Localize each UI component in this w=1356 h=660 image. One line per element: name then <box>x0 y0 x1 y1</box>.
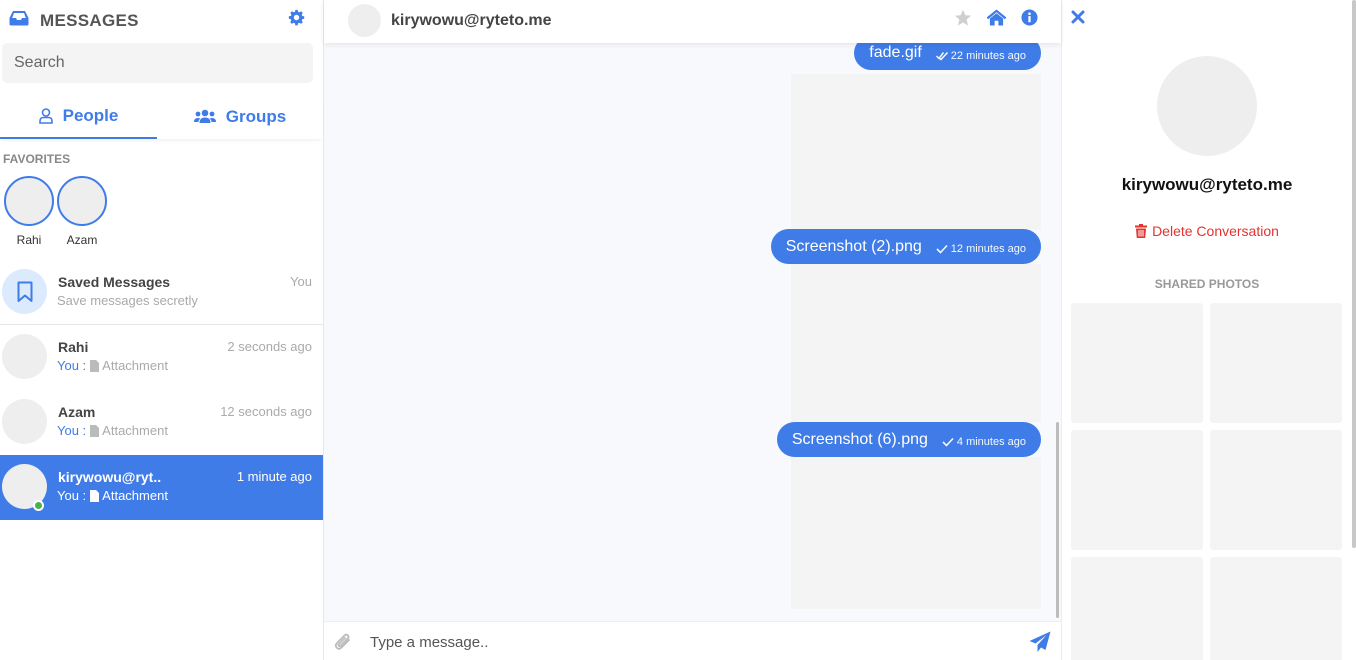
trash-icon <box>1135 224 1148 238</box>
avatar <box>2 399 47 444</box>
favorite-contact[interactable]: Azam <box>57 176 107 247</box>
tab-groups-label: Groups <box>225 106 287 126</box>
last-message-preview: You : Attachment <box>57 358 168 373</box>
image-attachment[interactable] <box>791 74 1041 230</box>
saved-messages-item[interactable]: Saved Messages You Save messages secretl… <box>0 260 323 325</box>
sidebar-header: MESSAGES <box>0 0 323 38</box>
contact-name: Azam <box>58 404 96 420</box>
info-panel: kirywowu@ryteto.me Delete Conversation S… <box>1061 0 1356 660</box>
message-composer <box>324 621 1061 660</box>
delete-conversation-button[interactable]: Delete Conversation <box>1062 223 1352 239</box>
close-icon[interactable] <box>1071 10 1085 24</box>
shared-photo[interactable] <box>1210 303 1342 423</box>
favorite-name: Rahi <box>16 233 42 247</box>
last-message-preview: You : Attachment <box>57 423 168 438</box>
shared-photo[interactable] <box>1071 557 1203 660</box>
bookmark-icon <box>17 281 32 302</box>
message-text: Screenshot (2).png <box>785 237 922 255</box>
file-icon <box>90 359 100 372</box>
favorite-contact[interactable]: Rahi <box>4 176 54 247</box>
shared-photo[interactable] <box>1071 430 1203 550</box>
check-icon <box>942 437 954 447</box>
last-message-time: 1 minute ago <box>236 469 312 484</box>
check-icon <box>936 244 948 254</box>
image-attachment[interactable] <box>791 457 1041 609</box>
sender-label: You : <box>57 488 87 503</box>
messages-area[interactable]: fade.gif 22 minutes ago Screenshot (2).p… <box>324 0 1061 620</box>
info-icon[interactable] <box>1021 9 1038 26</box>
contact-subtitle: Save messages secretly <box>57 293 198 308</box>
chat-panel: kirywowu@ryteto.me fade.gif 22 minutes a… <box>324 0 1061 660</box>
saved-badge: You <box>290 274 312 289</box>
shared-photo[interactable] <box>1210 557 1342 660</box>
list-item[interactable]: Azam 12 seconds ago You : Attachment <box>0 390 323 455</box>
image-attachment[interactable] <box>791 264 1041 422</box>
home-icon[interactable] <box>986 9 1007 26</box>
avatar <box>1157 56 1257 156</box>
message-meta: 22 minutes ago <box>935 49 1026 62</box>
message-bubble[interactable]: Screenshot (6).png 4 minutes ago <box>776 422 1041 457</box>
tab-groups[interactable]: Groups <box>157 94 323 139</box>
preview-text: Attachment <box>102 423 168 438</box>
gear-icon[interactable] <box>288 9 305 26</box>
saved-subtitle: Save messages secretly <box>57 293 198 308</box>
file-icon <box>90 489 100 502</box>
preview-text: Attachment <box>102 358 168 373</box>
shared-photos-heading: SHARED PHOTOS <box>1154 277 1260 291</box>
message-time: 4 minutes ago <box>956 436 1026 448</box>
message-time: 12 minutes ago <box>950 243 1026 255</box>
message-meta: 4 minutes ago <box>942 436 1026 448</box>
search-input[interactable] <box>2 43 313 83</box>
online-indicator <box>33 500 44 511</box>
double-check-icon <box>935 51 948 61</box>
list-item[interactable]: Rahi 2 seconds ago You : Attachment <box>0 325 323 390</box>
send-icon[interactable] <box>1029 631 1051 653</box>
avatar <box>2 269 47 314</box>
contact-name: Saved Messages <box>58 274 171 290</box>
sidebar-title: MESSAGES <box>40 11 139 30</box>
file-icon <box>90 424 100 437</box>
paperclip-icon[interactable] <box>333 631 353 653</box>
info-contact-name: kirywowu@ryteto.me <box>1121 175 1293 194</box>
message-text: fade.gif <box>869 44 922 61</box>
sender-label: You : <box>57 358 87 373</box>
last-message-time: 12 seconds ago <box>220 404 312 419</box>
avatar <box>2 334 47 379</box>
tab-people[interactable]: People <box>0 94 157 139</box>
shared-photo[interactable] <box>1210 430 1342 550</box>
avatar[interactable] <box>348 4 381 37</box>
messages-scrollbar[interactable] <box>1056 422 1059 618</box>
preview-text: Attachment <box>102 488 168 503</box>
last-message-preview: You : Attachment <box>57 488 168 503</box>
message-meta: 12 minutes ago <box>936 243 1026 255</box>
favorites-heading: FAVORITES <box>3 152 71 166</box>
avatar <box>4 176 54 226</box>
last-message-time: 2 seconds ago <box>227 339 312 354</box>
user-icon <box>38 107 53 124</box>
message-text: Screenshot (6).png <box>791 430 928 448</box>
contact-name: Rahi <box>58 339 89 355</box>
users-icon <box>193 109 216 123</box>
message-time: 22 minutes ago <box>950 49 1026 62</box>
avatar <box>57 176 107 226</box>
info-scrollbar[interactable] <box>1352 0 1356 548</box>
star-icon[interactable] <box>954 9 972 27</box>
chat-contact-name[interactable]: kirywowu@ryteto.me <box>391 12 552 30</box>
chat-header: kirywowu@ryteto.me <box>324 0 1061 43</box>
inbox-icon <box>9 11 29 26</box>
delete-conversation-label: Delete Conversation <box>1152 223 1279 239</box>
sender-label: You : <box>57 423 87 438</box>
contact-name: kirywowu@ryt.. <box>58 469 162 485</box>
tab-people-label: People <box>62 105 119 125</box>
message-input[interactable] <box>370 631 1010 653</box>
message-bubble[interactable]: Screenshot (2).png 12 minutes ago <box>770 229 1041 264</box>
contacts-sidebar: MESSAGES People Groups FAVO <box>0 0 324 660</box>
sidebar-tabs: People Groups <box>0 94 323 139</box>
favorite-name: Azam <box>66 233 98 247</box>
list-item-active[interactable]: kirywowu@ryt.. 1 minute ago You : Attach… <box>0 455 323 520</box>
shared-photo[interactable] <box>1071 303 1203 423</box>
